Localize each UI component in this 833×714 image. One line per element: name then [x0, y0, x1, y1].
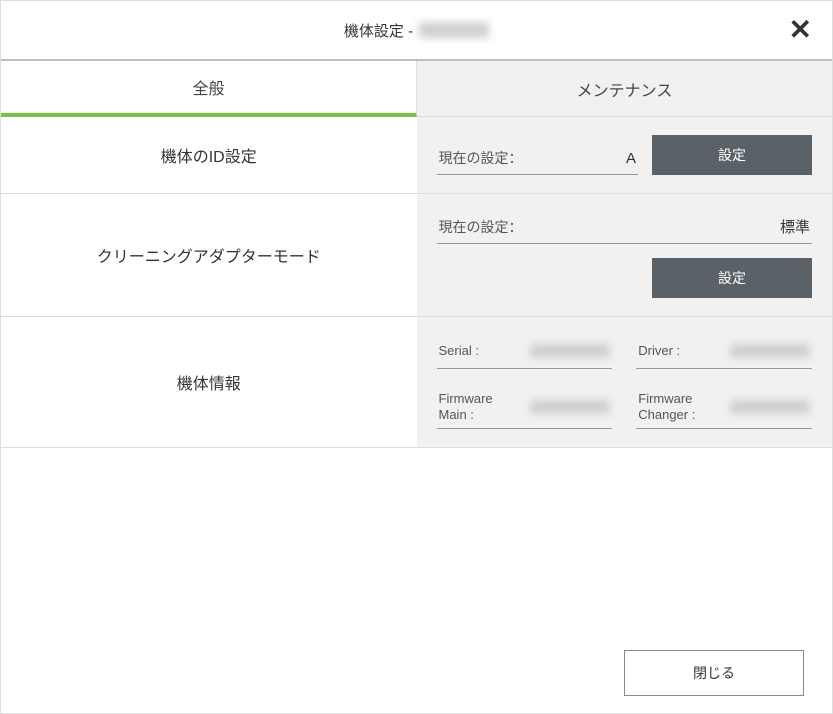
id-current-label: 現在の設定：	[439, 148, 523, 168]
id-current-value: A	[626, 150, 636, 167]
row-id-setting-content: 現在の設定： A 設定	[417, 117, 833, 193]
info-fw-changer: Firmware Changer :	[636, 387, 812, 429]
tab-general-label: 全般	[192, 75, 224, 99]
cleaning-current-label: 現在の設定：	[439, 217, 523, 237]
tab-maintenance[interactable]: メンテナンス	[417, 61, 832, 117]
info-fw-changer-label: Firmware Changer :	[638, 391, 695, 422]
content-area: 機体のID設定 現在の設定： A 設定 クリーニングアダプターモード 現在の設定…	[1, 117, 832, 633]
row-machine-info-label: 機体情報	[1, 317, 417, 447]
settings-dialog: 機体設定 - ✕ 全般 メンテナンス 機体のID設定 現在の設定： A 設定	[0, 0, 833, 714]
id-set-button[interactable]: 設定	[652, 135, 812, 175]
row-cleaning-mode: クリーニングアダプターモード 現在の設定： 標準 設定	[1, 194, 832, 317]
close-button-label: 閉じる	[693, 665, 735, 681]
info-serial-value-redacted	[530, 344, 610, 358]
row-id-setting-label: 機体のID設定	[1, 117, 417, 193]
row-machine-info-content: Serial : Driver : Firmware Main : Firmwa…	[417, 317, 833, 447]
cleaning-set-button-label: 設定	[718, 270, 746, 286]
cleaning-current-value: 標準	[780, 216, 810, 237]
titlebar: 機体設定 - ✕	[1, 1, 832, 61]
info-driver-value-redacted	[730, 344, 810, 358]
row-id-setting: 機体のID設定 現在の設定： A 設定	[1, 117, 832, 194]
info-fw-main: Firmware Main :	[437, 387, 613, 429]
tab-general[interactable]: 全般	[1, 61, 417, 117]
info-fw-main-value-redacted	[530, 400, 610, 414]
close-icon[interactable]: ✕	[789, 16, 812, 44]
tab-maintenance-label: メンテナンス	[577, 77, 673, 101]
close-button[interactable]: 閉じる	[624, 650, 804, 696]
info-fw-changer-value-redacted	[730, 400, 810, 414]
row-machine-info: 機体情報 Serial : Driver : Firmware Main :	[1, 317, 832, 448]
title-model-redacted	[419, 22, 489, 38]
info-driver: Driver :	[636, 335, 812, 369]
row-cleaning-mode-label: クリーニングアダプターモード	[1, 194, 417, 316]
id-set-button-label: 設定	[718, 147, 746, 163]
info-serial: Serial :	[437, 335, 613, 369]
cleaning-current-field: 現在の設定： 標準	[437, 212, 813, 244]
footer: 閉じる	[1, 633, 832, 713]
dialog-title: 機体設定 -	[344, 20, 489, 41]
info-driver-label: Driver :	[638, 343, 680, 359]
info-fw-main-label: Firmware Main :	[439, 391, 493, 422]
row-cleaning-mode-content: 現在の設定： 標準 設定	[417, 194, 833, 316]
info-serial-label: Serial :	[439, 343, 479, 359]
id-current-field: 現在の設定： A	[437, 144, 639, 175]
cleaning-set-button[interactable]: 設定	[652, 258, 812, 298]
tab-bar: 全般 メンテナンス	[1, 61, 832, 117]
title-prefix: 機体設定 -	[344, 20, 413, 41]
